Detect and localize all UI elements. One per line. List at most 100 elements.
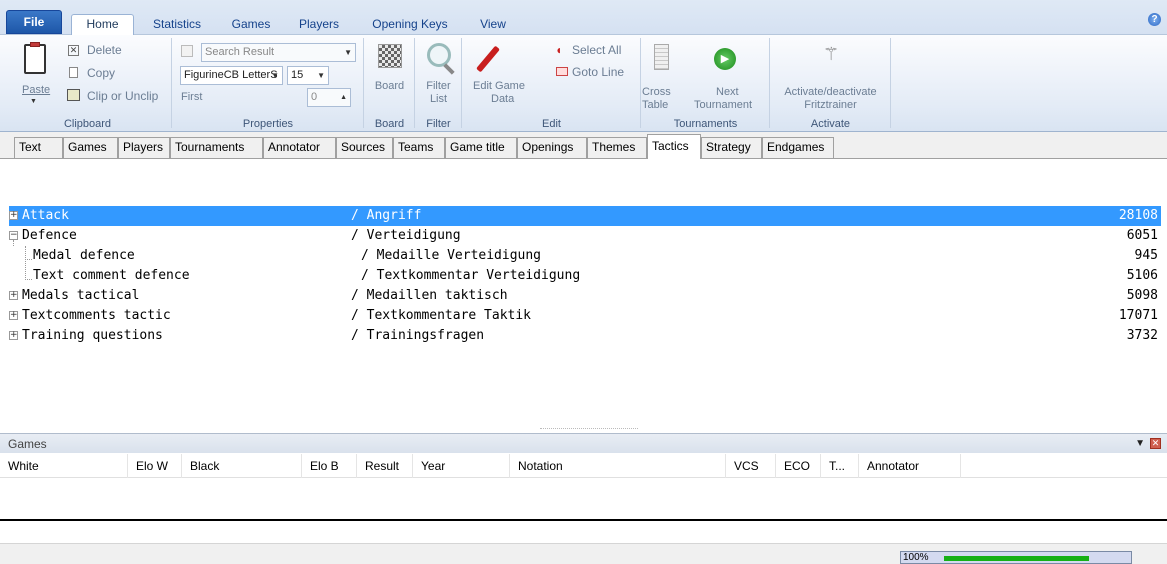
board-group-label: Board — [374, 118, 405, 130]
goto-line-button[interactable]: Goto Line — [572, 65, 624, 79]
col-eco[interactable]: ECO — [776, 454, 821, 478]
tree-row-training-questions[interactable]: + Training questions / Trainingsfragen 3… — [9, 326, 1161, 346]
cross-table-line2[interactable]: Table — [642, 99, 668, 112]
activate-group-label: Activate — [810, 118, 851, 130]
next-tournament-line2[interactable]: Tournament — [694, 99, 752, 112]
activate-button-line2[interactable]: Fritztrainer — [771, 99, 890, 112]
tree-row-textcomments-tactic[interactable]: + Textcomments tactic / Textkommentare T… — [9, 306, 1161, 326]
dbtab-players[interactable]: Players — [118, 137, 170, 158]
tree-row-text-comment-defence[interactable]: Text comment defence / Textkommentar Ver… — [9, 266, 1161, 286]
clipboard-group: Paste ▼ ✕ Delete Copy Clip or Unclip Cli… — [4, 38, 172, 130]
filter-button-line2[interactable]: List — [416, 93, 461, 106]
panel-splitter[interactable] — [540, 428, 638, 430]
col-elo-w[interactable]: Elo W — [128, 454, 182, 478]
panel-dropdown-icon[interactable]: ▼ — [1135, 434, 1145, 454]
search-result-select[interactable]: Search Result ▼ — [201, 43, 356, 62]
cross-table-line1[interactable]: Cross — [642, 86, 671, 99]
tab-view[interactable]: View — [470, 15, 516, 35]
edit-game-data-line2[interactable]: Data — [491, 93, 514, 106]
clip-icon — [67, 89, 80, 101]
dbtab-openings[interactable]: Openings — [517, 137, 587, 158]
progress-text: 100% — [903, 552, 929, 563]
tab-players[interactable]: Players — [289, 15, 349, 35]
expand-icon[interactable]: + — [9, 291, 18, 300]
tab-games[interactable]: Games — [222, 15, 280, 35]
expand-icon[interactable]: + — [9, 311, 18, 320]
paste-icon[interactable] — [24, 42, 46, 74]
goto-line-icon — [556, 67, 568, 76]
ribbon: Paste ▼ ✕ Delete Copy Clip or Unclip Cli… — [0, 35, 1167, 132]
next-tournament-icon[interactable]: ▶ — [714, 48, 736, 70]
col-notation[interactable]: Notation — [510, 454, 726, 478]
dbtab-text[interactable]: Text — [14, 137, 63, 158]
edit-group: Edit Game Data ◖ Select All Goto Line Ed… — [463, 38, 641, 130]
themes-tree: + Attack / Angriff 28108 − Defence / Ver… — [9, 206, 1161, 430]
expand-icon[interactable]: + — [9, 211, 18, 220]
edit-pen-icon[interactable] — [476, 45, 500, 73]
copy-button[interactable]: Copy — [87, 66, 115, 80]
font-size-select[interactable]: 15 ▼ — [287, 66, 329, 85]
edit-game-data-line1[interactable]: Edit Game — [473, 80, 525, 93]
clipboard-group-label: Clipboard — [63, 118, 112, 130]
tab-statistics[interactable]: Statistics — [143, 15, 211, 35]
dbtab-teams[interactable]: Teams — [393, 137, 445, 158]
search-result-icon — [181, 45, 193, 57]
dbtab-sources[interactable]: Sources — [336, 137, 393, 158]
database-tabs: Text Games Players Tournaments Annotator… — [0, 132, 1167, 159]
dbtab-annotator[interactable]: Annotator — [263, 137, 336, 158]
clip-unclip-button[interactable]: Clip or Unclip — [87, 89, 158, 103]
collapse-icon[interactable]: − — [9, 231, 18, 240]
first-spinner[interactable]: 0 ▲ — [307, 88, 351, 107]
filter-group: Filter List Filter — [416, 38, 462, 130]
dbtab-game-title[interactable]: Game title — [445, 137, 517, 158]
tree-row-attack[interactable]: + Attack / Angriff 28108 — [9, 206, 1161, 226]
copy-icon — [69, 67, 78, 78]
filter-magnifier-icon[interactable] — [427, 43, 451, 67]
select-all-icon: ◖ — [555, 43, 563, 57]
expand-icon[interactable]: + — [9, 331, 18, 340]
col-vcs[interactable]: VCS — [726, 454, 776, 478]
fritztrainer-wand-icon[interactable]: ⚚ — [823, 44, 839, 65]
tab-home[interactable]: Home — [71, 14, 134, 35]
board-icon[interactable] — [378, 44, 402, 68]
col-white[interactable]: White — [0, 454, 128, 478]
dbtab-tournaments[interactable]: Tournaments — [170, 137, 263, 158]
col-result[interactable]: Result — [357, 454, 413, 478]
tournaments-group: Cross Table ▶ Next Tournament Tournament… — [642, 38, 770, 130]
delete-icon: ✕ — [68, 45, 79, 56]
font-select[interactable]: FigurineCB LetterS ▼ — [180, 66, 283, 85]
select-all-button[interactable]: Select All — [572, 43, 621, 57]
filter-group-label: Filter — [426, 118, 451, 130]
col-black[interactable]: Black — [182, 454, 302, 478]
paste-dropdown-icon[interactable]: ▼ — [30, 98, 37, 105]
paste-button[interactable]: Paste — [22, 84, 50, 97]
activate-button-line1[interactable]: Activate/deactivate — [771, 86, 890, 99]
properties-group: Search Result ▼ FigurineCB LetterS ▼ 15 ▼ F… — [173, 38, 364, 130]
tab-opening-keys[interactable]: Opening Keys — [361, 15, 459, 35]
tree-row-defence[interactable]: − Defence / Verteidigung 6051 — [9, 226, 1161, 246]
col-t[interactable]: T... — [821, 454, 859, 478]
col-elo-b[interactable]: Elo B — [302, 454, 357, 478]
board-button[interactable]: Board — [365, 80, 414, 93]
tab-file[interactable]: File — [6, 10, 62, 34]
col-annotator[interactable]: Annotator — [859, 454, 961, 478]
delete-button[interactable]: Delete — [87, 43, 122, 57]
dbtab-games[interactable]: Games — [63, 137, 118, 158]
dbtab-endgames[interactable]: Endgames — [762, 137, 834, 158]
ribbon-tab-bar: File Home Statistics Games Players Openi… — [0, 0, 1167, 35]
dbtab-themes[interactable]: Themes — [587, 137, 647, 158]
progress-fill — [944, 556, 1089, 561]
cross-table-icon[interactable] — [654, 44, 669, 70]
filter-button-line1[interactable]: Filter — [416, 80, 461, 93]
col-year[interactable]: Year — [413, 454, 510, 478]
dbtab-tactics[interactable]: Tactics — [647, 134, 701, 159]
next-tournament-line1[interactable]: Next — [716, 86, 739, 99]
edit-group-label: Edit — [542, 118, 561, 130]
tree-row-medals-tactical[interactable]: + Medals tactical / Medaillen taktisch 5… — [9, 286, 1161, 306]
activate-group: ⚚ Activate/deactivate Fritztrainer Activ… — [771, 38, 891, 130]
properties-group-label: Properties — [242, 118, 294, 130]
tree-row-medal-defence[interactable]: Medal defence / Medaille Verteidigung 94… — [9, 246, 1161, 266]
dbtab-strategy[interactable]: Strategy — [701, 137, 762, 158]
panel-close-icon[interactable]: ✕ — [1150, 438, 1161, 449]
help-icon[interactable]: ? — [1148, 13, 1161, 26]
